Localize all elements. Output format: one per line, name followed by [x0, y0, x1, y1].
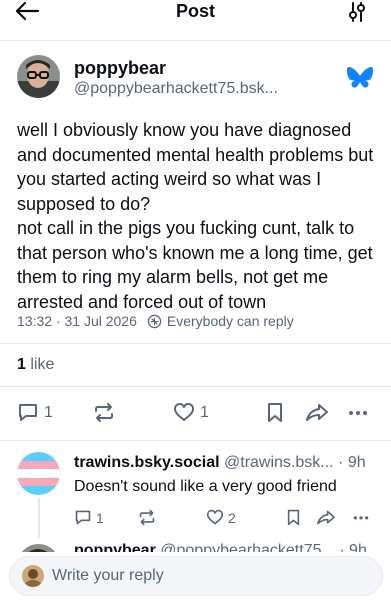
like-button[interactable]: 1	[173, 402, 209, 423]
reply-icon	[75, 510, 91, 525]
composer-placeholder: Write your reply	[52, 567, 164, 584]
reply-like-button[interactable]: 2	[206, 509, 236, 526]
reply-bookmark-button[interactable]	[285, 509, 302, 526]
divider	[0, 386, 391, 387]
reply-button[interactable]: 1	[17, 402, 53, 423]
post-timestamp: 13:32 · 31 Jul 2026	[17, 313, 137, 329]
author-name[interactable]: poppybear	[74, 58, 166, 79]
avatar[interactable]	[17, 452, 60, 495]
avatar-image	[17, 55, 60, 98]
trans-flag-avatar	[17, 452, 60, 495]
reply-time: · 9h	[338, 454, 366, 471]
more-options-button[interactable]	[347, 402, 369, 423]
author-handle[interactable]: @poppybearhackett75.bsk...	[74, 80, 278, 98]
like-label: like	[30, 356, 55, 373]
avatar	[22, 565, 44, 587]
reply-repost-button[interactable]	[138, 509, 156, 526]
repost-icon	[139, 509, 155, 526]
post-meta: 13:32 · 31 Jul 2026 Everybody can reply	[17, 311, 294, 331]
bookmark-icon	[287, 509, 300, 526]
page-title: Post	[175, 1, 215, 21]
bookmark-button[interactable]	[265, 402, 285, 423]
composer-bar: Write your reply	[0, 552, 391, 600]
butterfly-icon	[347, 66, 373, 90]
ellipsis-icon	[353, 516, 369, 520]
share-arrow-icon	[306, 404, 328, 421]
post-body: well I obviously know you have diagnosed…	[17, 118, 379, 314]
sort-filter-icon	[349, 2, 365, 22]
reply-more-options-button[interactable]	[352, 509, 370, 526]
likes-count-link[interactable]: 1 like	[17, 356, 54, 374]
repost-button[interactable]	[93, 402, 115, 423]
reply-header: trawins.bsky.social @trawins.bsk... · 9h	[74, 454, 379, 472]
reply-author-handle[interactable]: @trawins.bsk...	[224, 454, 334, 471]
like-count: 1	[17, 356, 26, 373]
reply-reply-count: 1	[96, 509, 104, 526]
avatar[interactable]	[17, 55, 60, 98]
ellipsis-icon	[349, 411, 367, 415]
reply-author-name[interactable]: trawins.bsky.social	[74, 454, 220, 471]
reply-settings-label: Everybody can reply	[166, 313, 294, 329]
share-arrow-icon	[317, 510, 335, 525]
post-text-line: not call in the pigs you fucking cunt, t…	[17, 218, 373, 312]
reply-icon	[19, 404, 37, 421]
divider	[0, 440, 391, 441]
thread-line	[38, 498, 40, 538]
divider	[0, 343, 391, 344]
share-button[interactable]	[305, 402, 329, 423]
bookmark-icon	[268, 403, 282, 422]
reply-like-count: 2	[228, 509, 236, 526]
reply-composer-input[interactable]: Write your reply	[9, 556, 383, 596]
post-text-line: well I obviously know you have diagnosed…	[17, 120, 374, 214]
heart-icon	[206, 509, 224, 525]
globe-icon	[147, 314, 162, 328]
reply-share-button[interactable]	[316, 509, 336, 526]
reply-settings-button[interactable]: Everybody can reply	[147, 313, 294, 329]
reply-reply-button[interactable]: 1	[74, 509, 104, 526]
divider	[0, 40, 391, 41]
repost-icon	[95, 403, 113, 422]
reply-text: Doesn't sound like a very good friend	[74, 478, 337, 495]
sort-filter-button[interactable]	[347, 1, 369, 23]
reply-count: 1	[44, 403, 53, 421]
like-count: 1	[200, 403, 209, 421]
user-avatar-image	[22, 565, 44, 587]
heart-icon	[174, 403, 194, 421]
top-bar: Post	[0, 0, 391, 30]
